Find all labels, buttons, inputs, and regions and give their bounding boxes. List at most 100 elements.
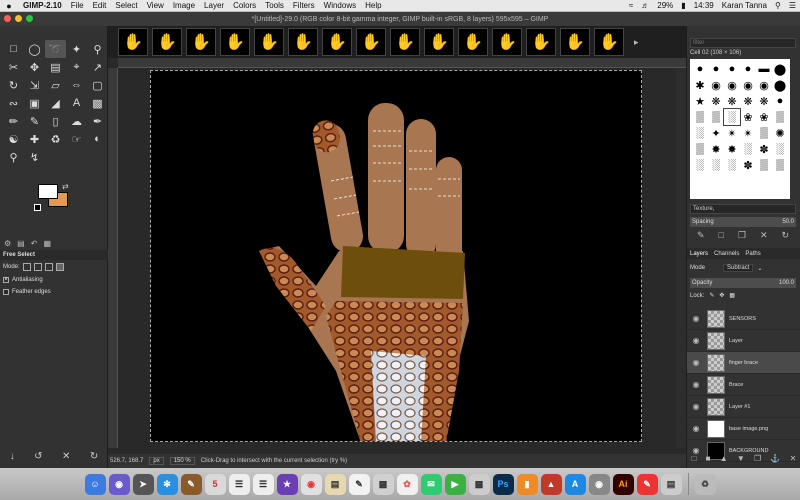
brush-item[interactable]: ▬ [756,61,772,77]
menu-layer[interactable]: Layer [204,1,224,10]
paths-icon[interactable]: ↯ [24,148,45,166]
brush-item[interactable]: ❋ [708,93,724,109]
perspective-icon[interactable]: ◢ [45,94,66,112]
brush-item[interactable]: ▒ [756,125,772,141]
new-layer-icon[interactable]: □ [692,454,697,463]
search-icon[interactable]: ⚲ [775,1,781,10]
feather-checkbox[interactable] [3,289,9,295]
visibility-eye-icon[interactable]: ◉ [689,336,703,345]
duplicate-brush-icon[interactable]: ❐ [738,230,746,241]
illustrator-icon[interactable]: Ai [612,473,634,495]
brush-item[interactable]: ✸ [708,141,724,157]
apple-menu-icon[interactable]: ● [4,1,14,11]
delete-layer-icon[interactable]: ✕ [790,454,797,463]
free-select-icon[interactable]: ➰ [45,40,66,58]
clock[interactable]: 14:39 [694,1,714,10]
brush-item[interactable]: ● [692,61,708,77]
brush-item[interactable]: ❀ [740,109,756,125]
dodge-icon[interactable]: ◐ [87,130,108,148]
image-tab-thumb[interactable]: ✋ [594,28,624,56]
image-tab-thumb[interactable]: ✋ [424,28,454,56]
image-tab-thumb[interactable]: ✋ [526,28,556,56]
visibility-eye-icon[interactable]: ◉ [689,402,703,411]
close-window-button[interactable] [4,15,11,22]
imovie-star-icon[interactable]: ★ [276,473,298,495]
image-tab-thumb[interactable]: ✋ [220,28,250,56]
brush-item[interactable]: ✴ [724,125,740,141]
lock-position-icon[interactable]: ✥ [719,292,724,299]
duplicate-layer-icon[interactable]: ❐ [754,454,761,463]
cage-icon[interactable]: ▢ [87,76,108,94]
bucket-fill-icon[interactable]: ♻ [45,130,66,148]
brush-item[interactable]: ░ [692,157,708,173]
pencil-icon[interactable]: ✎ [24,112,45,130]
image-tab-thumb[interactable]: ✋ [492,28,522,56]
minimize-window-button[interactable] [15,15,22,22]
mode-replace-button[interactable] [22,263,31,271]
crop-icon[interactable]: ⌖ [66,58,87,76]
shear-icon[interactable]: ▱ [45,76,66,94]
feather-row[interactable]: Feather edges [0,286,108,298]
lock-alpha-icon[interactable]: ▦ [729,292,735,299]
anchor-layer-icon[interactable]: ⚓ [770,454,780,463]
wifi-icon[interactable]: ≈ [629,1,633,10]
brush-item[interactable]: ◉ [740,77,756,93]
brush-item[interactable]: ✽ [740,157,756,173]
battery-icon[interactable]: ▮ [681,1,685,10]
tool-options-tab-icon[interactable]: ⚙ [4,239,11,248]
gradient-icon[interactable]: ▩ [87,94,108,112]
reminders-icon[interactable]: ☰ [252,473,274,495]
unit-select[interactable]: px [149,457,164,465]
image-tab-thumb[interactable]: ✋ [458,28,488,56]
brush-item[interactable]: ▒ [692,141,708,157]
brush-item[interactable]: ▒ [692,109,708,125]
chrome-icon[interactable]: ◉ [300,473,322,495]
siri-icon[interactable]: ◉ [108,473,130,495]
stickies-icon[interactable]: ▤ [324,473,346,495]
mode-subtract-button[interactable] [44,263,53,271]
text-icon[interactable]: A [66,94,87,112]
layer-row[interactable]: ◉ base image.png [687,418,800,440]
volume-icon[interactable]: ♬ [641,1,649,10]
chevron-down-icon[interactable]: ⌄ [757,265,762,272]
brush-item[interactable]: ● [772,93,788,109]
brush-item[interactable]: ░ [692,125,708,141]
antialiasing-checkbox[interactable]: × [3,277,9,283]
menu-select[interactable]: Select [115,1,137,10]
brush-item[interactable]: ◉ [724,77,740,93]
menu-file[interactable]: File [71,1,84,10]
tab-layers[interactable]: Layers [690,251,708,257]
menu-image[interactable]: Image [173,1,195,10]
menu-list-icon[interactable]: ☰ [789,1,796,10]
horizontal-ruler[interactable] [118,58,686,68]
brush-item[interactable]: ● [708,61,724,77]
brush-item[interactable]: ✽ [756,141,772,157]
brush-item[interactable]: ░ [723,108,741,126]
device-status-tab-icon[interactable]: ▤ [17,239,25,248]
heal-icon[interactable]: ✚ [24,130,45,148]
menu-filters[interactable]: Filters [293,1,315,10]
refresh-brushes-icon[interactable]: ↻ [781,230,789,241]
delete-brush-icon[interactable]: ✕ [760,230,768,241]
menu-edit[interactable]: Edit [93,1,107,10]
layer-row[interactable]: ◉ SENSORS [687,308,800,330]
lock-pixels-icon[interactable]: ✎ [709,292,714,299]
photoshop-icon[interactable]: Ps [492,473,514,495]
scale-icon[interactable]: ⇲ [24,76,45,94]
vertical-ruler[interactable] [108,68,118,448]
image-tab-thumb[interactable]: ✋ [118,28,148,56]
image-tab-thumb[interactable]: ✋ [356,28,386,56]
brush-item[interactable]: ◉ [756,77,772,93]
move-icon[interactable]: ✥ [24,58,45,76]
image-canvas[interactable] [150,70,642,442]
zoom-window-button[interactable] [26,15,33,22]
textedit-icon[interactable]: ✎ [348,473,370,495]
layer-row[interactable]: ◉ Layer #1 [687,396,800,418]
lower-layer-icon[interactable]: ▼ [737,454,745,463]
brush-item[interactable]: ● [724,61,740,77]
vertical-scrollbar[interactable] [676,68,686,448]
tab-paths[interactable]: Paths [745,251,760,257]
brush-item[interactable]: ❋ [756,93,772,109]
menu-windows[interactable]: Windows [324,1,356,10]
app-store-icon[interactable]: A [564,473,586,495]
